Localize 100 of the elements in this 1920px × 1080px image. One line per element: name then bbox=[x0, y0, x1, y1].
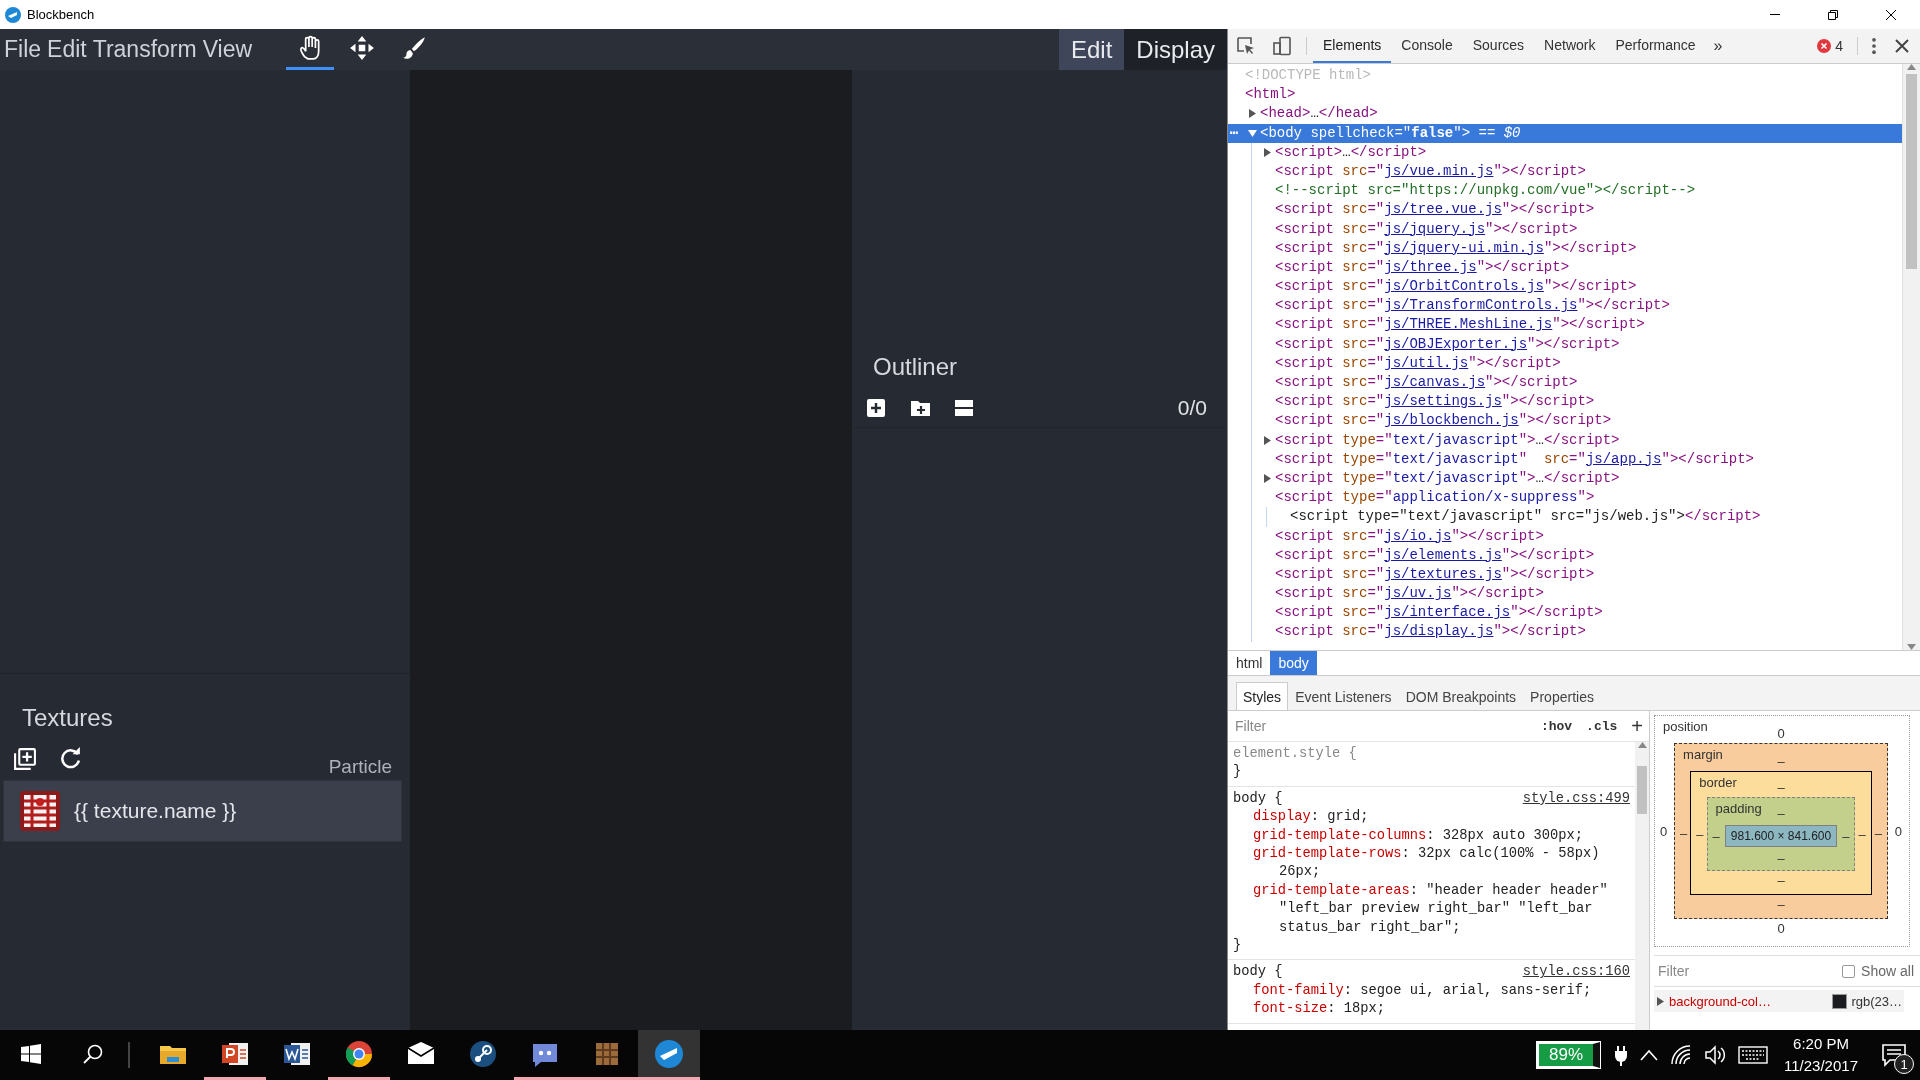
source-link[interactable]: style.css:160 bbox=[1522, 963, 1630, 982]
more-marker[interactable]: ⋯ bbox=[1230, 123, 1239, 143]
scrollbar[interactable] bbox=[1902, 64, 1920, 650]
dom-tree-row[interactable]: <script src="js/util.js"></script> bbox=[1228, 353, 1902, 373]
menu-item[interactable]: Edit bbox=[47, 36, 87, 63]
color-swatch[interactable] bbox=[1832, 993, 1848, 1009]
dom-tree-row[interactable]: <script src="js/settings.js"></script> bbox=[1228, 392, 1902, 412]
expand-triangle-icon[interactable] bbox=[1263, 474, 1272, 484]
expand-triangle-icon[interactable] bbox=[1248, 109, 1257, 119]
box-label: border bbox=[1699, 775, 1737, 790]
search-icon bbox=[82, 1042, 104, 1065]
devtools-tab[interactable]: Network bbox=[1534, 29, 1606, 63]
keyboard-icon[interactable] bbox=[1738, 1046, 1769, 1064]
dom-tree-row[interactable]: <script src="js/canvas.js"></script> bbox=[1228, 373, 1902, 393]
dom-tree-row[interactable]: ⋯ <body spellcheck="false"> == $0 bbox=[1228, 123, 1902, 143]
scrollbar-thumb[interactable] bbox=[1637, 766, 1647, 814]
menu-item[interactable]: View bbox=[202, 36, 253, 63]
dom-node-text: <script type="application/x-suppress"> bbox=[1275, 488, 1595, 508]
dom-tree-row[interactable]: <script src="js/io.js"></script> bbox=[1228, 526, 1902, 546]
devtools-tab[interactable]: Console bbox=[1391, 29, 1463, 63]
dom-tree-row[interactable]: <script type="text/javascript" src="js/app.js"></script> bbox=[1228, 449, 1902, 469]
scrollbar-thumb[interactable] bbox=[1906, 74, 1917, 269]
scrollbar[interactable] bbox=[1635, 742, 1649, 1030]
dom-tree-row[interactable]: <script src="js/OrbitControls.js"></script> bbox=[1228, 277, 1902, 297]
dom-tree-row[interactable]: <script src="js/textures.js"></script> bbox=[1228, 564, 1902, 585]
dom-node-text: <script src="js/tree.vue.js"></script> bbox=[1275, 200, 1595, 220]
mode-tab[interactable]: Display bbox=[1124, 29, 1227, 70]
notification-count: 1 bbox=[1894, 1054, 1914, 1074]
dom-tree-row[interactable]: <script src="js/elements.js"></script> bbox=[1228, 545, 1902, 565]
box-value: – bbox=[1776, 805, 1786, 823]
dom-node-text: <script>…</script> bbox=[1275, 142, 1427, 162]
toolbar-button[interactable] bbox=[865, 397, 887, 419]
expand-triangle-icon[interactable] bbox=[1248, 128, 1257, 138]
selector: body { bbox=[1233, 963, 1283, 982]
box-value: 0 bbox=[1776, 725, 1786, 743]
dom-tree-row[interactable]: <script src="js/jquery.js"></script> bbox=[1228, 219, 1902, 239]
dom-tree-row[interactable]: <script type="text/javascript">…</script> bbox=[1228, 430, 1902, 450]
menu-item[interactable]: File bbox=[4, 36, 42, 63]
dom-node-text: <script src="js/interface.js"></script> bbox=[1275, 603, 1603, 623]
box-value: 0 bbox=[1776, 920, 1786, 938]
devtools-tab[interactable]: Sources bbox=[1462, 29, 1535, 63]
dom-tree-row[interactable]: <script type="text/javascript">…</script> bbox=[1228, 468, 1902, 489]
devtools-tab[interactable]: Performance bbox=[1605, 29, 1706, 63]
battery-indicator[interactable]: 89% bbox=[1537, 1042, 1601, 1068]
breadcrumb[interactable]: body bbox=[1270, 651, 1317, 675]
wifi-icon[interactable] bbox=[1670, 1045, 1693, 1065]
dom-node-text: <script src="js/settings.js"></script> bbox=[1275, 392, 1595, 412]
dom-tree-row[interactable]: <script src="js/display.js"></script> bbox=[1228, 622, 1902, 642]
filter-field[interactable]: Filter bbox=[1656, 962, 1837, 980]
more-tabs-button[interactable]: » bbox=[1705, 29, 1731, 63]
class-toggle[interactable]: .cls bbox=[1586, 718, 1618, 734]
error-count[interactable]: 4 bbox=[1835, 38, 1843, 54]
panel-tab[interactable]: Properties bbox=[1523, 682, 1601, 710]
dom-tree-row[interactable]: <script>…</script> bbox=[1228, 142, 1902, 162]
dom-tree-row[interactable]: <script type="text/javascript" src="js/web.js"></script> bbox=[1228, 507, 1902, 527]
menu-item[interactable]: Transform bbox=[92, 36, 197, 63]
dom-tree-row[interactable]: <script type="application/x-suppress"> bbox=[1228, 488, 1902, 508]
box-label: position bbox=[1663, 719, 1708, 734]
dom-tree-row[interactable]: <script src="js/jquery-ui.min.js"></script> bbox=[1228, 238, 1902, 258]
box-value: – bbox=[1873, 824, 1883, 843]
dom-tree-row[interactable]: <head>…</head> bbox=[1228, 104, 1902, 124]
source-link[interactable]: style.css:499 bbox=[1522, 789, 1630, 809]
toolbar-button[interactable] bbox=[13, 747, 37, 771]
toolbar-button[interactable] bbox=[59, 747, 83, 771]
chevron-up-icon[interactable] bbox=[1640, 1049, 1659, 1061]
clock[interactable]: 6:20 PM 11/23/2017 bbox=[1774, 1030, 1868, 1080]
taskbar-app-button[interactable] bbox=[638, 1030, 700, 1080]
dom-tree-row[interactable]: <script src="js/three.js"></script> bbox=[1228, 257, 1902, 278]
plug-icon[interactable] bbox=[1614, 1044, 1629, 1066]
dom-tree-row[interactable]: <script src="js/interface.js"></script> bbox=[1228, 603, 1902, 623]
checkbox[interactable] bbox=[1842, 964, 1856, 978]
dom-tree-row[interactable]: <script src="js/uv.js"></script> bbox=[1228, 584, 1902, 604]
hover-state-toggle[interactable]: :hov bbox=[1540, 718, 1573, 734]
panel-tab[interactable]: Styles bbox=[1236, 682, 1289, 710]
toolbar-button[interactable] bbox=[953, 397, 975, 419]
dom-tree-row[interactable]: <script src="js/TransformControls.js"></script> bbox=[1228, 296, 1902, 316]
panel-tab[interactable]: Event Listeners bbox=[1288, 682, 1399, 710]
new-rule-button[interactable]: + bbox=[1631, 714, 1643, 738]
dom-tree-row[interactable]: <script src="js/OBJExporter.js"></script> bbox=[1228, 334, 1902, 354]
panel-tab[interactable]: DOM Breakpoints bbox=[1398, 682, 1524, 710]
dom-node-text: <script src="js/OrbitControls.js"></script> bbox=[1275, 277, 1637, 297]
dom-tree-row[interactable]: <html> bbox=[1228, 85, 1902, 105]
filter-field[interactable]: Filter bbox=[1233, 717, 1527, 735]
notifications-button[interactable]: 1 bbox=[1868, 1030, 1920, 1080]
expand-triangle-icon[interactable] bbox=[1656, 996, 1665, 1006]
expand-triangle-icon[interactable] bbox=[1263, 435, 1272, 445]
devtools-tab[interactable]: Elements bbox=[1313, 29, 1392, 63]
dom-tree-row[interactable]: <script src="js/blockbench.js"></script> bbox=[1228, 411, 1902, 431]
mode-tab[interactable]: Edit bbox=[1058, 29, 1125, 70]
texture-item[interactable]: {{ texture.name }} bbox=[3, 780, 402, 842]
panel-title: Outliner bbox=[872, 353, 959, 382]
dom-node-text: <script src="js/canvas.js"></script> bbox=[1275, 373, 1578, 392]
breadcrumb[interactable]: html bbox=[1228, 651, 1271, 675]
dom-tree-row[interactable]: <script src="js/vue.min.js"></script> bbox=[1228, 161, 1902, 182]
expand-triangle-icon[interactable] bbox=[1263, 147, 1272, 157]
dom-tree-row[interactable]: <!--script src="https://unpkg.com/vue"></script--> bbox=[1228, 181, 1902, 201]
time-text: 6:20 PM bbox=[1793, 1034, 1849, 1054]
dom-tree-row[interactable]: <script src="js/THREE.MeshLine.js"></script> bbox=[1228, 315, 1902, 335]
volume-icon[interactable] bbox=[1704, 1045, 1727, 1065]
dom-tree-row[interactable]: <script src="js/tree.vue.js"></script> bbox=[1228, 200, 1902, 220]
